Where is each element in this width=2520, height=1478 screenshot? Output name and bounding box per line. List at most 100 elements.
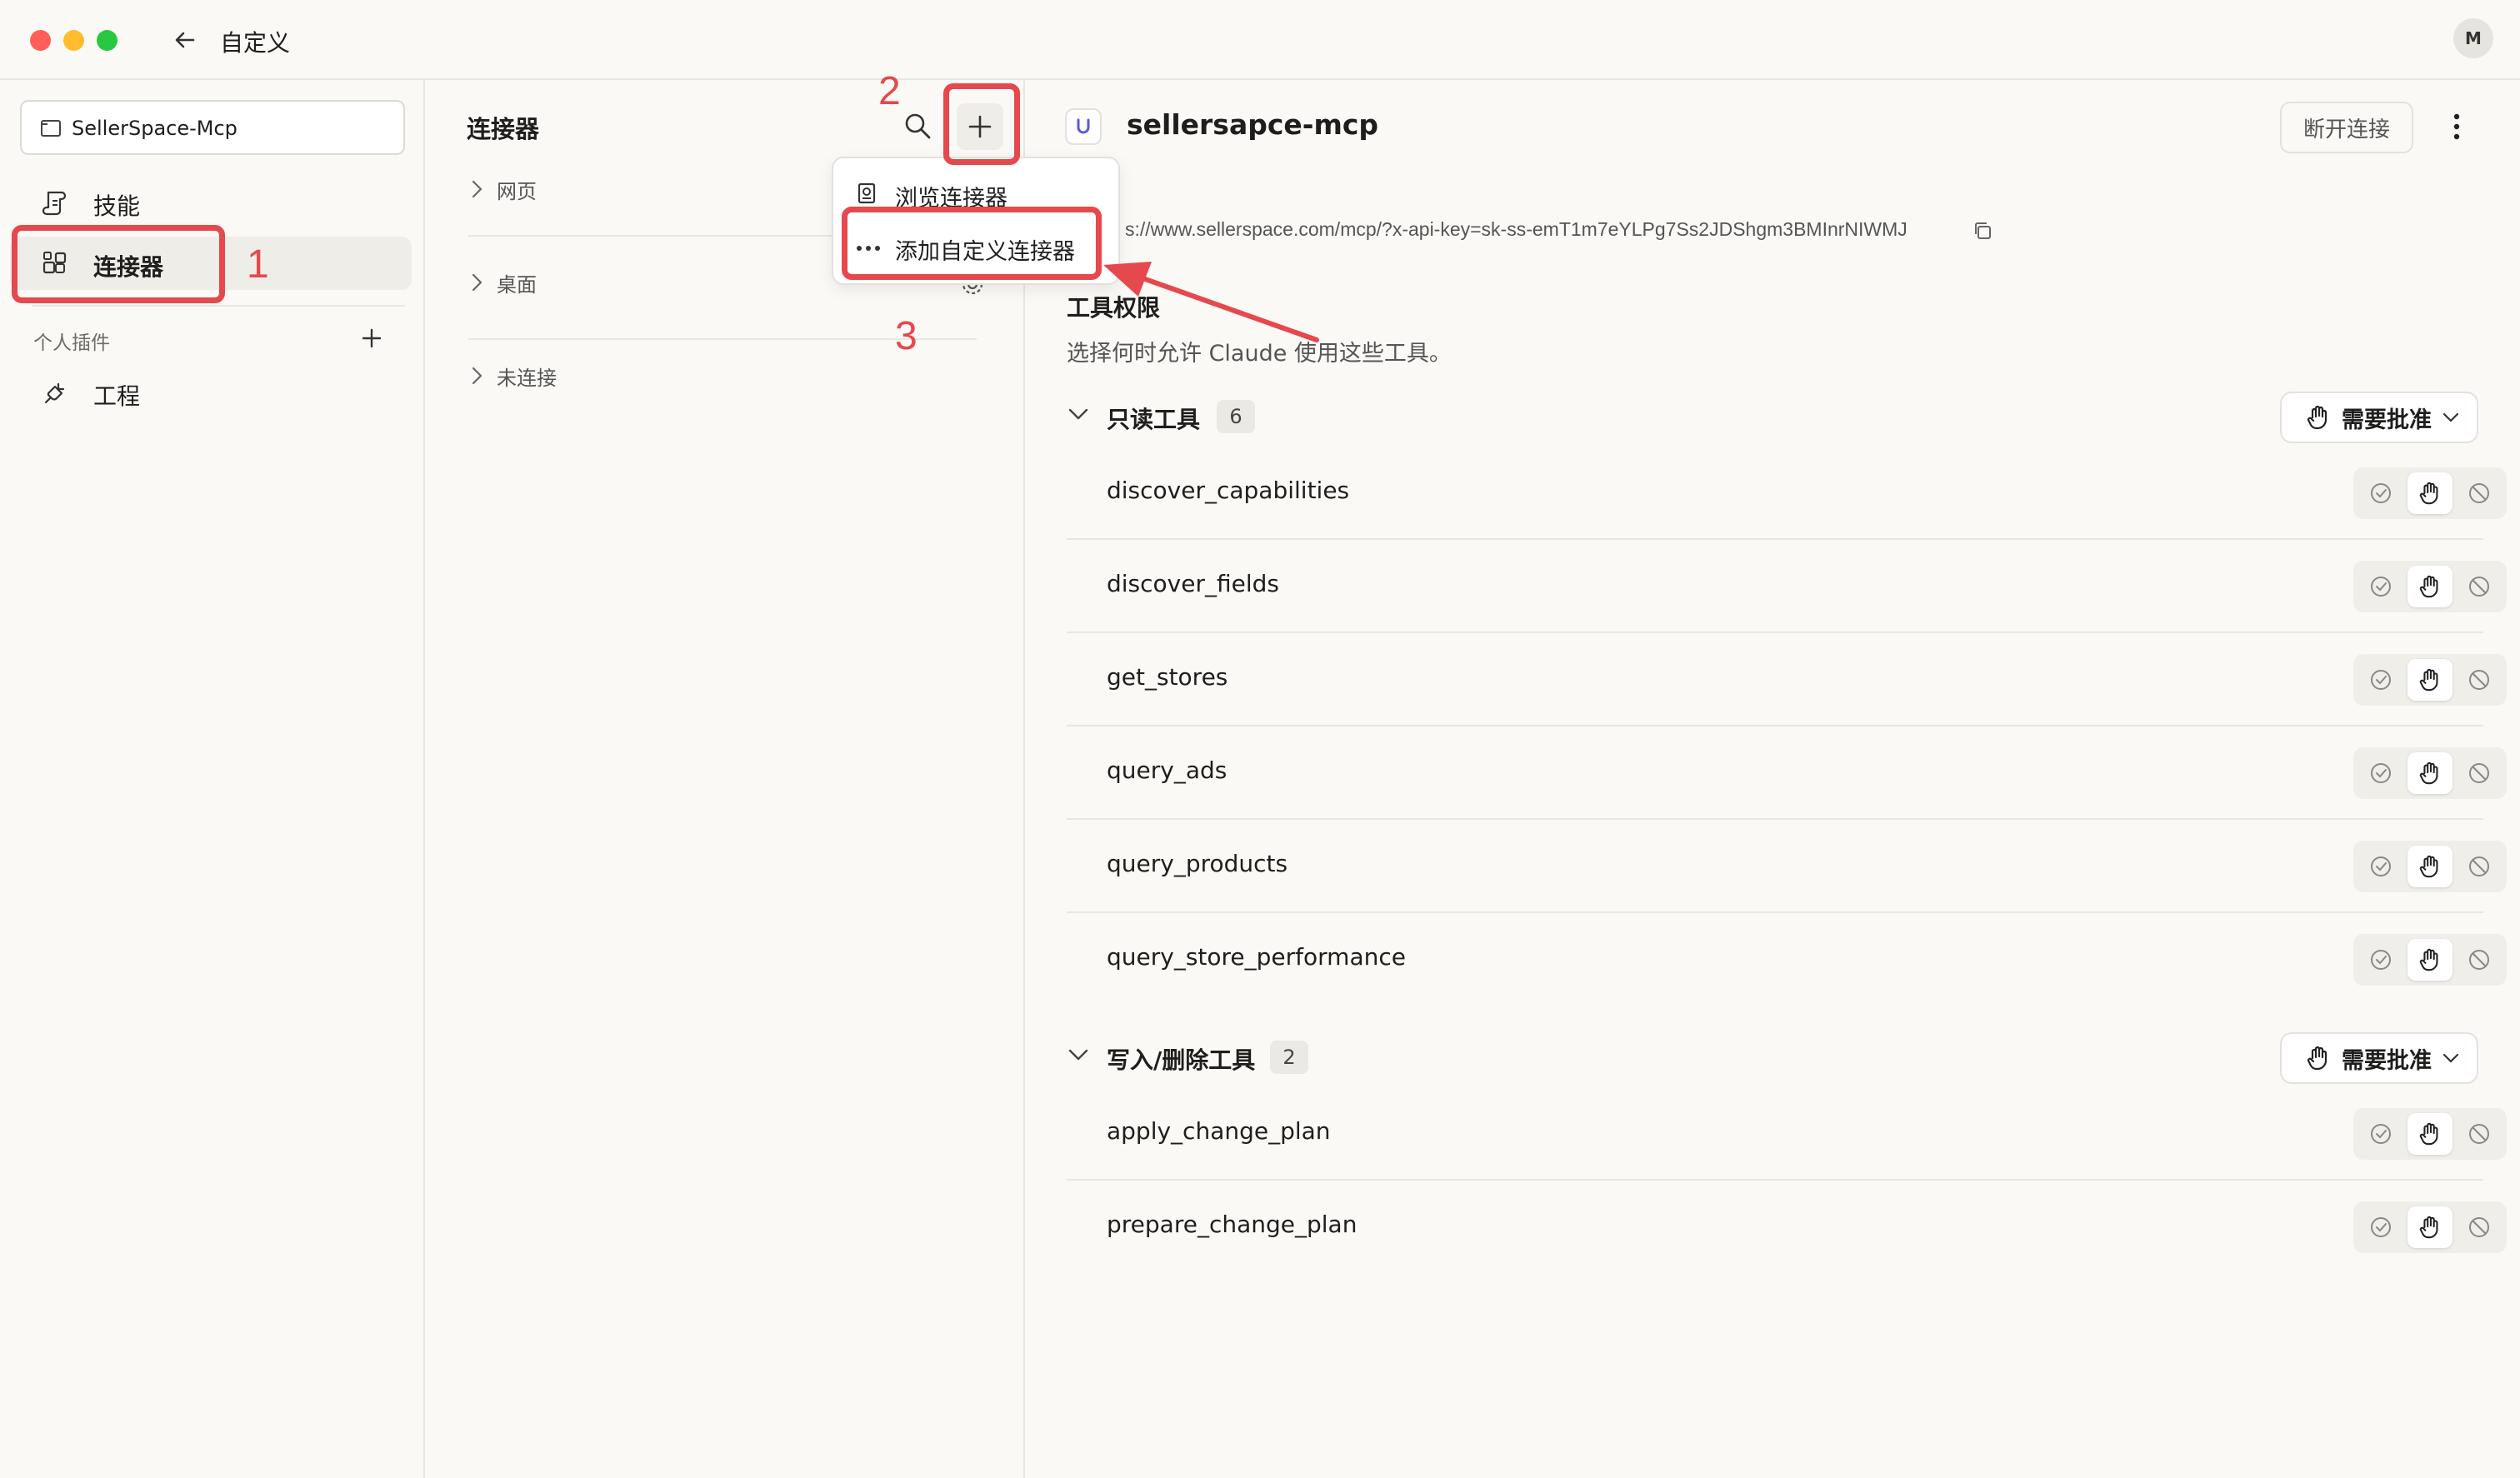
block-button[interactable] <box>2457 1113 2502 1155</box>
annotation-arrow <box>1103 262 1319 342</box>
back-arrow-icon[interactable] <box>172 27 198 53</box>
needs-approval-button[interactable] <box>2408 1206 2452 1248</box>
allow-always-button[interactable] <box>2358 1206 2403 1248</box>
sidebar-item-label: 技能 <box>93 192 141 220</box>
annotation-box-2 <box>943 83 1020 165</box>
block-icon <box>2467 667 2492 692</box>
annotation-number-2: 2 <box>878 69 901 113</box>
chevron-down-icon[interactable] <box>1067 1047 1090 1064</box>
plugins-header: 个人插件 <box>33 332 110 354</box>
chevron-down-icon[interactable] <box>1067 407 1090 423</box>
check-circle-icon <box>2368 574 2393 599</box>
tool-name: query_store_performance <box>1107 943 1406 971</box>
browse-book-icon <box>855 182 878 205</box>
tool-name: query_products <box>1107 850 1288 877</box>
tool-name: prepare_change_plan <box>1107 1211 1358 1238</box>
section-not-connected[interactable]: 未连接 <box>468 360 843 393</box>
copy-icon[interactable] <box>1972 220 1993 242</box>
plugin-item-engineering[interactable]: 工程 <box>20 368 412 418</box>
needs-approval-button[interactable] <box>2408 939 2452 981</box>
disconnect-button[interactable]: 断开连接 <box>2280 102 2413 153</box>
block-icon <box>2467 574 2492 599</box>
hand-icon <box>2305 1045 2332 1071</box>
tool-row: query_products <box>1067 820 2507 913</box>
annotation-number-3: 3 <box>895 314 918 358</box>
more-vertical-icon[interactable] <box>2448 110 2465 143</box>
folder-icon <box>40 118 62 138</box>
connector-url: s://www.sellerspace.com/mcp/?x-api-key=s… <box>1125 218 1908 240</box>
add-plugin-icon[interactable] <box>360 327 383 350</box>
search-icon[interactable] <box>903 112 932 140</box>
tool-permission-toggle <box>2353 654 2507 706</box>
annotation-box-3 <box>842 207 1102 280</box>
connector-logo-icon <box>1065 108 1102 145</box>
annotation-number-1: 1 <box>247 242 269 287</box>
connectors-panel-title: 连接器 <box>467 115 540 143</box>
title-bar: 自定义 M <box>0 0 2520 80</box>
hand-icon <box>2418 481 2442 506</box>
needs-approval-button[interactable] <box>2408 846 2452 887</box>
section-desktop[interactable]: 桌面 <box>468 267 843 300</box>
group-approval-dropdown[interactable]: 需要批准 <box>2280 1032 2478 1084</box>
allow-always-button[interactable] <box>2358 566 2403 607</box>
chevron-right-icon <box>468 178 485 200</box>
avatar[interactable]: M <box>2453 18 2493 58</box>
allow-always-button[interactable] <box>2358 659 2403 701</box>
sidebar-divider <box>32 305 405 307</box>
needs-approval-button[interactable] <box>2408 752 2452 794</box>
plug-icon <box>42 380 68 407</box>
block-icon <box>2467 947 2492 972</box>
allow-always-button[interactable] <box>2358 752 2403 794</box>
tool-permission-toggle <box>2353 934 2507 986</box>
tool-row: apply_change_plan <box>1067 1087 2507 1181</box>
block-button[interactable] <box>2457 846 2502 887</box>
block-button[interactable] <box>2457 472 2502 514</box>
tool-row: discover_fields <box>1067 540 2507 633</box>
tool-group-write-delete: 写入/删除工具 2 需要批准 <box>1067 1029 2483 1087</box>
hand-icon <box>2305 404 2332 431</box>
allow-always-button[interactable] <box>2358 846 2403 887</box>
project-selector[interactable]: SellerSpace-Mcp <box>20 100 405 155</box>
zoom-window-button[interactable] <box>97 30 118 51</box>
block-button[interactable] <box>2457 1206 2502 1248</box>
project-name: SellerSpace-Mcp <box>72 117 238 140</box>
connectors-panel: 连接器 网页 桌面 未连接 <box>427 80 1025 1478</box>
window-title: 自定义 <box>220 29 291 57</box>
allow-always-button[interactable] <box>2358 1113 2403 1155</box>
allow-always-button[interactable] <box>2358 939 2403 981</box>
check-circle-icon <box>2368 947 2393 972</box>
allow-always-button[interactable] <box>2358 472 2403 514</box>
close-window-button[interactable] <box>30 30 51 51</box>
tool-row: prepare_change_plan <box>1067 1181 2507 1274</box>
group-approval-dropdown[interactable]: 需要批准 <box>2280 392 2478 443</box>
approval-label: 需要批准 <box>2342 1047 2432 1074</box>
sidebar-item-skills[interactable]: 技能 <box>20 177 412 228</box>
tool-count-badge: 6 <box>1217 400 1255 433</box>
tool-row: query_ads <box>1067 727 2507 820</box>
tool-permission-toggle <box>2353 747 2507 799</box>
block-icon <box>2467 481 2492 506</box>
chevron-right-icon <box>468 365 485 387</box>
block-button[interactable] <box>2457 566 2502 607</box>
check-circle-icon <box>2368 1121 2393 1146</box>
check-circle-icon <box>2368 761 2393 786</box>
block-button[interactable] <box>2457 939 2502 981</box>
needs-approval-button[interactable] <box>2408 659 2452 701</box>
block-icon <box>2467 1121 2492 1146</box>
hand-icon <box>2418 854 2442 879</box>
check-circle-icon <box>2368 1215 2393 1240</box>
section-label: 桌面 <box>497 273 537 297</box>
minimize-window-button[interactable] <box>63 30 84 51</box>
annotation-box-1 <box>12 225 225 303</box>
tool-name: query_ads <box>1107 756 1228 784</box>
needs-approval-button[interactable] <box>2408 1113 2452 1155</box>
needs-approval-button[interactable] <box>2408 566 2452 607</box>
section-label: 网页 <box>497 180 537 203</box>
section-label: 未连接 <box>497 367 557 390</box>
tool-permission-toggle <box>2353 1201 2507 1253</box>
section-web[interactable]: 网页 <box>468 173 843 207</box>
block-button[interactable] <box>2457 752 2502 794</box>
tool-name: discover_capabilities <box>1107 477 1350 504</box>
needs-approval-button[interactable] <box>2408 472 2452 514</box>
block-button[interactable] <box>2457 659 2502 701</box>
